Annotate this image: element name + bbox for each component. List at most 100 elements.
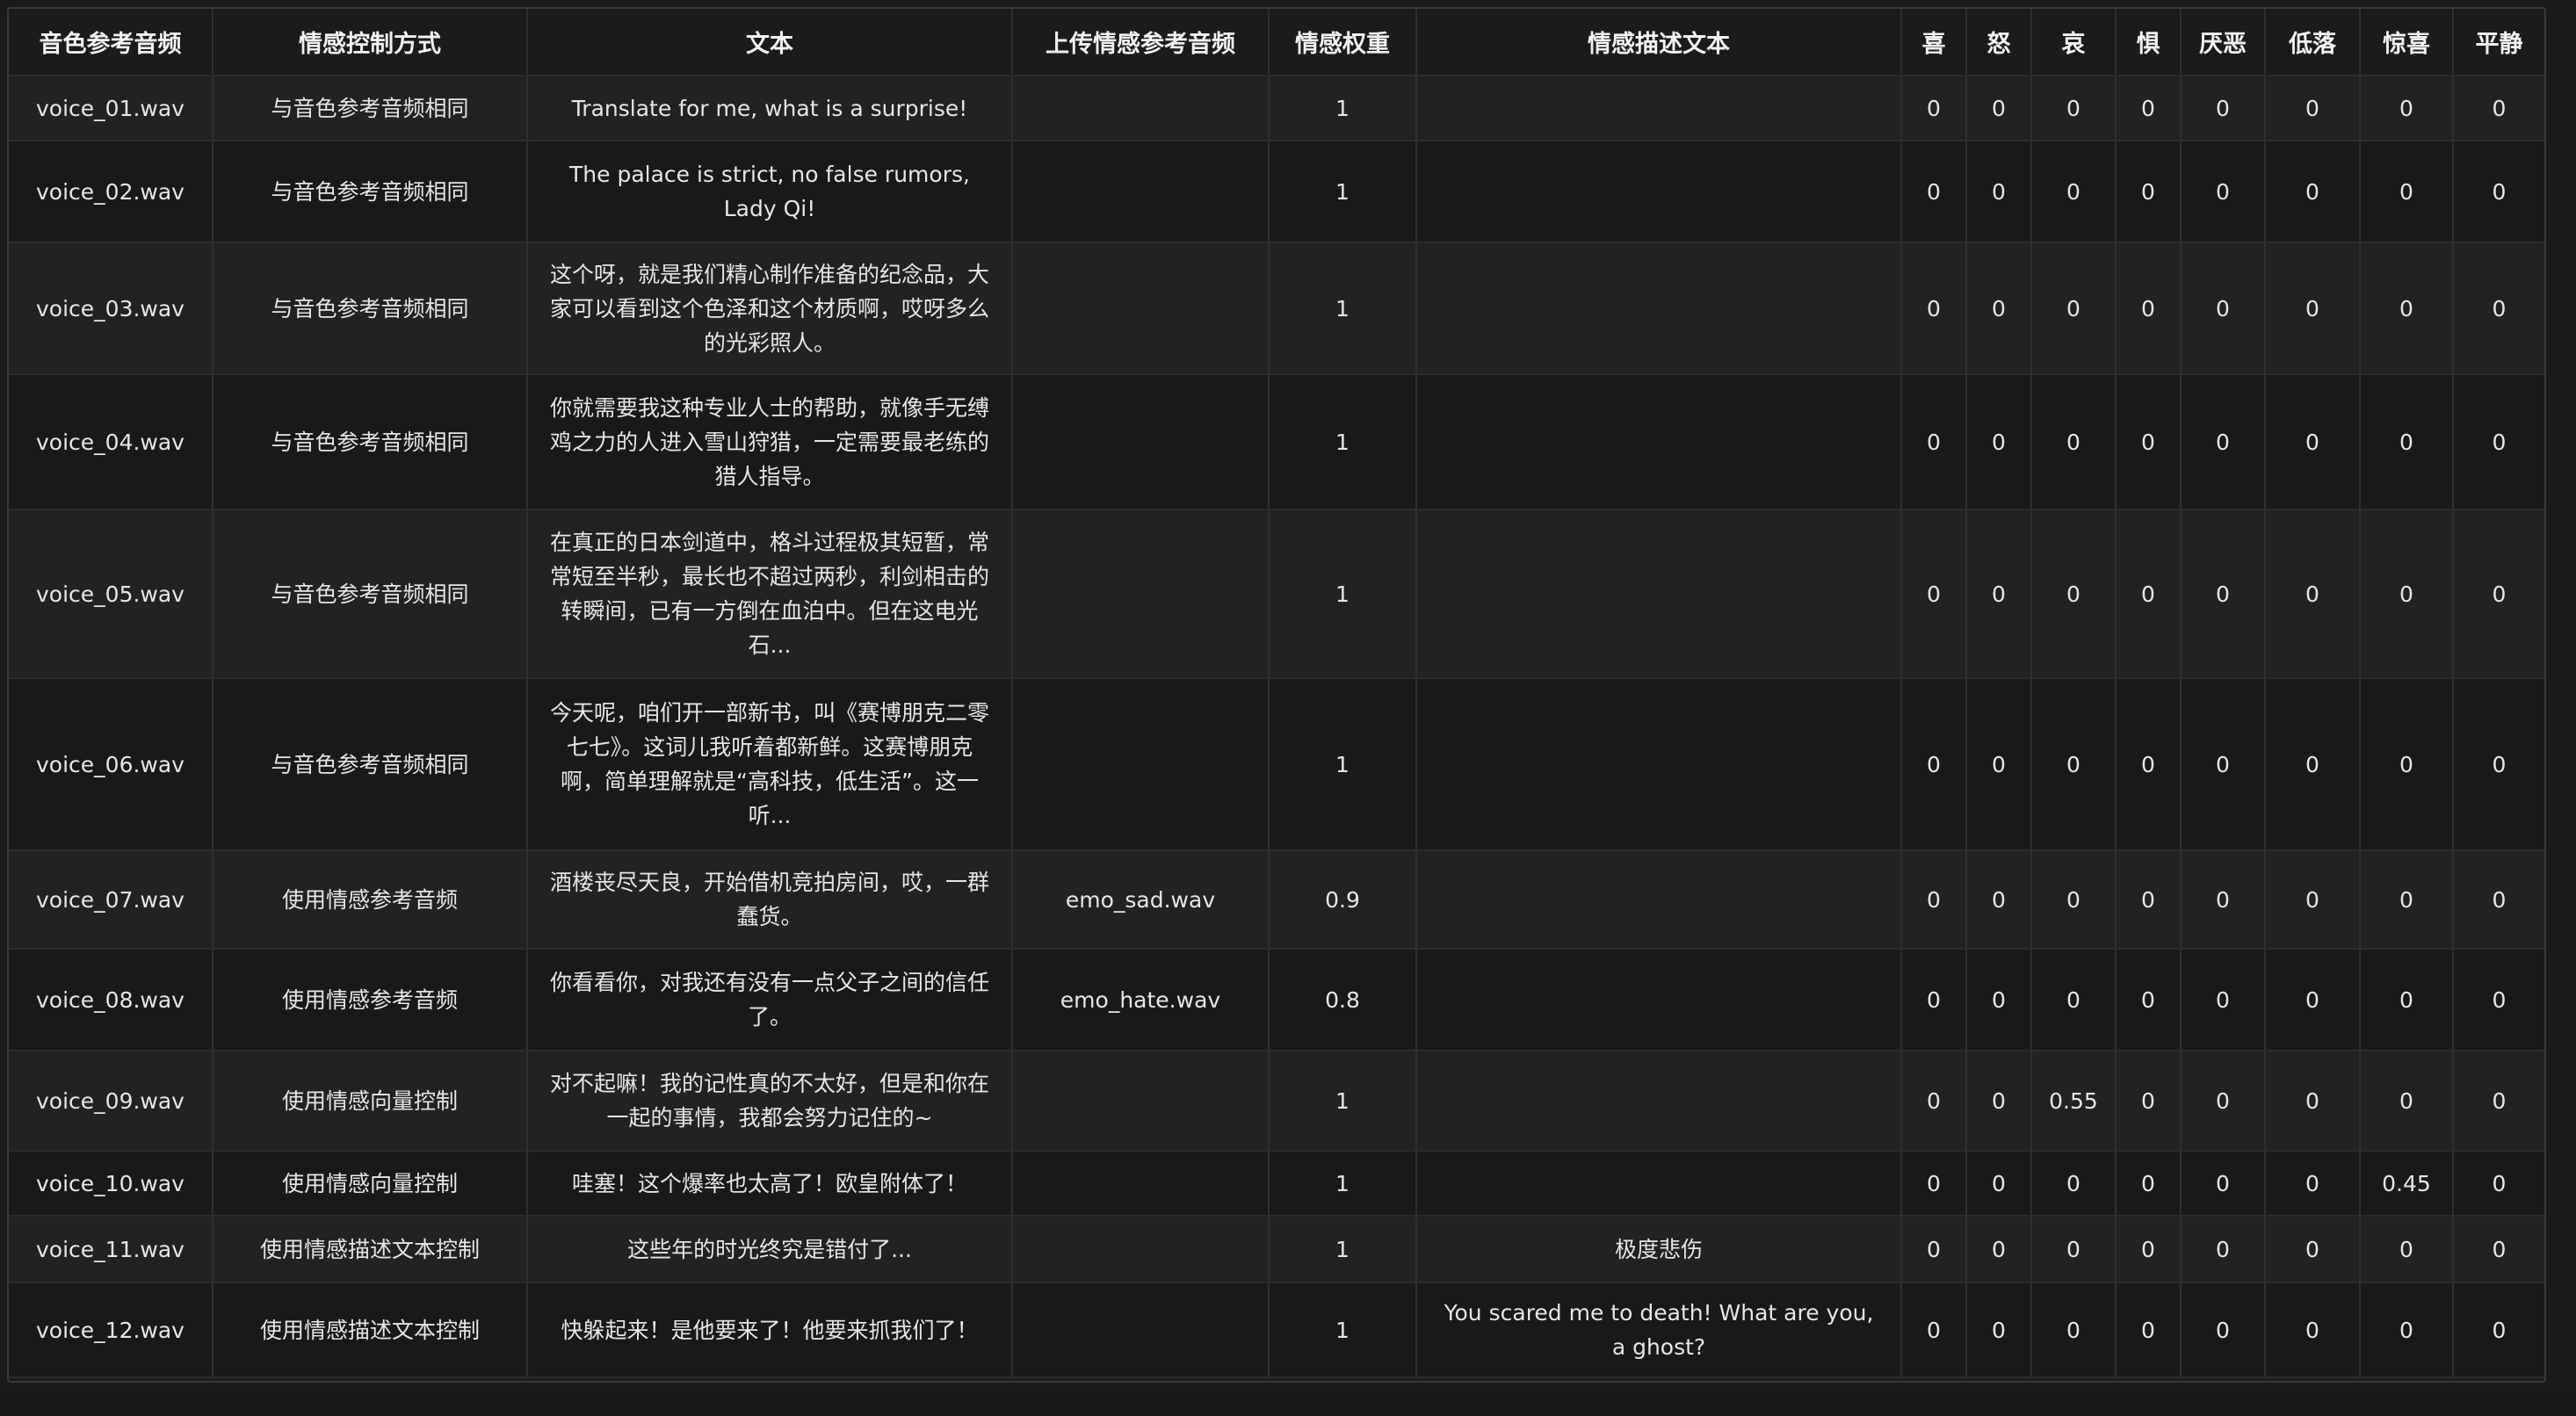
description-cell[interactable] [1416,509,1902,679]
description-cell[interactable] [1416,76,1902,141]
disgust-cell[interactable]: 0 [2181,949,2266,1051]
control-mode-cell[interactable]: 使用情感描述文本控制 [213,1282,528,1378]
weight-cell[interactable]: 1 [1269,1151,1417,1217]
anger-cell[interactable]: 0 [1966,242,2032,375]
voice-ref-cell[interactable]: voice_02.wav [9,141,213,243]
sorrow-cell[interactable]: 0.55 [2031,1051,2117,1152]
sorrow-cell[interactable]: 0 [2031,1151,2117,1217]
text-cell[interactable]: The palace is strict, no false rumors, L… [527,141,1013,243]
surprise-cell[interactable]: 0 [2360,76,2454,141]
header-emotion-control-mode[interactable]: 情感控制方式 [213,9,528,76]
low-cell[interactable]: 0 [2265,1282,2361,1378]
voice-ref-cell[interactable]: voice_03.wav [9,242,213,375]
disgust-cell[interactable]: 0 [2181,76,2266,141]
table-row[interactable]: voice_04.wav 与音色参考音频相同 你就需要我这种专业人士的帮助，就像手无… [9,374,2544,510]
joy-cell[interactable]: 0 [1901,1051,1967,1152]
sorrow-cell[interactable]: 0 [2031,949,2117,1051]
joy-cell[interactable]: 0 [1901,949,1967,1051]
surprise-cell[interactable]: 0 [2360,678,2454,851]
weight-cell[interactable]: 1 [1269,76,1417,141]
low-cell[interactable]: 0 [2265,141,2361,243]
description-cell[interactable] [1416,1051,1902,1152]
text-cell[interactable]: 你就需要我这种专业人士的帮助，就像手无缚鸡之力的人进入雪山狩猎，一定需要最老练的… [527,374,1013,510]
voice-ref-cell[interactable]: voice_09.wav [9,1051,213,1152]
weight-cell[interactable]: 1 [1269,678,1417,851]
disgust-cell[interactable]: 0 [2181,242,2266,375]
description-cell[interactable]: 极度悲伤 [1416,1216,1902,1283]
sorrow-cell[interactable]: 0 [2031,242,2117,375]
header-calm[interactable]: 平静 [2453,9,2544,76]
surprise-cell[interactable]: 0.45 [2360,1151,2454,1217]
emotion-audio-cell[interactable] [1012,1282,1270,1378]
low-cell[interactable]: 0 [2265,76,2361,141]
surprise-cell[interactable]: 0 [2360,141,2454,243]
text-cell[interactable]: 这个呀，就是我们精心制作准备的纪念品，大家可以看到这个色泽和这个材质啊，哎呀多么… [527,242,1013,375]
low-cell[interactable]: 0 [2265,374,2361,510]
anger-cell[interactable]: 0 [1966,850,2032,950]
header-voice-ref-audio[interactable]: 音色参考音频 [9,9,213,76]
voice-ref-cell[interactable]: voice_07.wav [9,850,213,950]
low-cell[interactable]: 0 [2265,850,2361,950]
sorrow-cell[interactable]: 0 [2031,141,2117,243]
joy-cell[interactable]: 0 [1901,242,1967,375]
header-surprise[interactable]: 惊喜 [2360,9,2454,76]
disgust-cell[interactable]: 0 [2181,850,2266,950]
weight-cell[interactable]: 1 [1269,141,1417,243]
description-cell[interactable] [1416,949,1902,1051]
control-mode-cell[interactable]: 使用情感参考音频 [213,949,528,1051]
emotion-audio-cell[interactable]: emo_hate.wav [1012,949,1270,1051]
calm-cell[interactable]: 0 [2453,1151,2544,1217]
sorrow-cell[interactable]: 0 [2031,678,2117,851]
disgust-cell[interactable]: 0 [2181,678,2266,851]
surprise-cell[interactable]: 0 [2360,1051,2454,1152]
emotion-audio-cell[interactable] [1012,1051,1270,1152]
sorrow-cell[interactable]: 0 [2031,509,2117,679]
joy-cell[interactable]: 0 [1901,1151,1967,1217]
control-mode-cell[interactable]: 使用情感向量控制 [213,1051,528,1152]
calm-cell[interactable]: 0 [2453,850,2544,950]
table-row[interactable]: voice_01.wav 与音色参考音频相同 Translate for me, w… [9,76,2544,141]
emotion-audio-cell[interactable] [1012,509,1270,679]
control-mode-cell[interactable]: 与音色参考音频相同 [213,76,528,141]
voice-ref-cell[interactable]: voice_04.wav [9,374,213,510]
voice-ref-cell[interactable]: voice_12.wav [9,1282,213,1378]
joy-cell[interactable]: 0 [1901,509,1967,679]
disgust-cell[interactable]: 0 [2181,141,2266,243]
low-cell[interactable]: 0 [2265,678,2361,851]
sorrow-cell[interactable]: 0 [2031,1282,2117,1378]
header-text[interactable]: 文本 [527,9,1013,76]
emotion-audio-cell[interactable] [1012,678,1270,851]
text-cell[interactable]: 酒楼丧尽天良，开始借机竞拍房间，哎，一群蠢货。 [527,850,1013,950]
text-cell[interactable]: 对不起嘛！我的记性真的不太好，但是和你在一起的事情，我都会努力记住的~ [527,1051,1013,1152]
anger-cell[interactable]: 0 [1966,76,2032,141]
table-row[interactable]: voice_08.wav 使用情感参考音频 你看看你，对我还有没有一点父子之间的信任… [9,949,2544,1051]
emotion-audio-cell[interactable]: emo_sad.wav [1012,850,1270,950]
text-cell[interactable]: 在真正的日本剑道中，格斗过程极其短暂，常常短至半秒，最长也不超过两秒，利剑相击的… [527,509,1013,679]
header-joy[interactable]: 喜 [1901,9,1967,76]
anger-cell[interactable]: 0 [1966,374,2032,510]
calm-cell[interactable]: 0 [2453,678,2544,851]
emotion-audio-cell[interactable] [1012,242,1270,375]
surprise-cell[interactable]: 0 [2360,949,2454,1051]
header-emotion-description[interactable]: 情感描述文本 [1416,9,1902,76]
anger-cell[interactable]: 0 [1966,949,2032,1051]
table-row[interactable]: voice_03.wav 与音色参考音频相同 这个呀，就是我们精心制作准备的纪念品，… [9,242,2544,375]
weight-cell[interactable]: 1 [1269,242,1417,375]
table-row[interactable]: voice_12.wav 使用情感描述文本控制 快躲起来！是他要来了！他要来抓我们了… [9,1282,2544,1378]
control-mode-cell[interactable]: 使用情感参考音频 [213,850,528,950]
weight-cell[interactable]: 1 [1269,374,1417,510]
disgust-cell[interactable]: 0 [2181,509,2266,679]
calm-cell[interactable]: 0 [2453,76,2544,141]
header-fear[interactable]: 惧 [2116,9,2182,76]
text-cell[interactable]: 快躲起来！是他要来了！他要来抓我们了！ [527,1282,1013,1378]
table-row[interactable]: voice_10.wav 使用情感向量控制 哇塞！这个爆率也太高了！欧皇附体了！ 1 0… [9,1151,2544,1217]
fear-cell[interactable]: 0 [2116,141,2182,243]
fear-cell[interactable]: 0 [2116,1151,2182,1217]
anger-cell[interactable]: 0 [1966,509,2032,679]
weight-cell[interactable]: 0.8 [1269,949,1417,1051]
weight-cell[interactable]: 1 [1269,1216,1417,1283]
low-cell[interactable]: 0 [2265,1216,2361,1283]
control-mode-cell[interactable]: 与音色参考音频相同 [213,678,528,851]
weight-cell[interactable]: 1 [1269,509,1417,679]
fear-cell[interactable]: 0 [2116,374,2182,510]
